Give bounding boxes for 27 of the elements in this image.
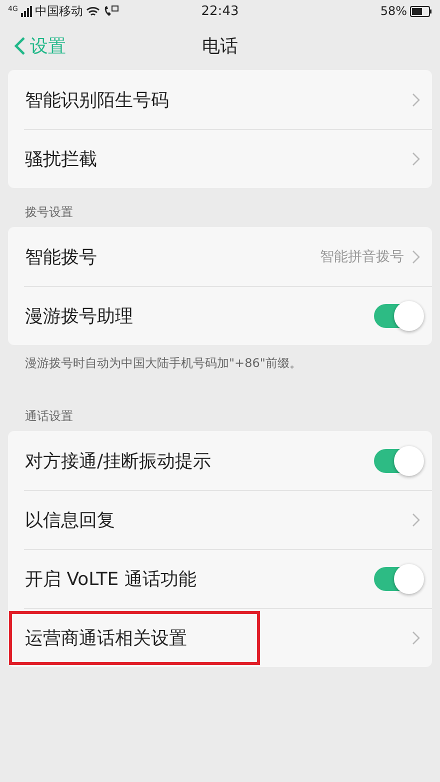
setting-label[interactable]: 开启 VoLTE 通话功能	[25, 566, 196, 590]
setting-label[interactable]: 以信息回复	[25, 508, 115, 532]
setting-label[interactable]: 漫游拨号助理	[25, 304, 133, 328]
wifi-icon	[86, 6, 100, 16]
back-chevron-icon	[14, 36, 26, 56]
page-title: 电话	[202, 35, 238, 58]
signal-icon	[20, 6, 32, 16]
status-time: 22:43	[201, 4, 239, 18]
section-footnote: 漫游拨号时自动为中国大陆手机号码加"+86"前缀。	[24, 355, 302, 372]
setting-label[interactable]: 运营商通话相关设置	[25, 626, 187, 650]
battery-icon	[410, 6, 432, 16]
chevron-right-icon[interactable]	[412, 92, 420, 106]
chevron-right-icon[interactable]	[412, 512, 420, 526]
setting-label[interactable]: 智能识别陌生号码	[25, 88, 169, 112]
setting-value: 智能拼音拨号	[320, 248, 404, 266]
carrier-name: 中国移动	[34, 2, 83, 20]
chevron-right-icon[interactable]	[412, 152, 420, 166]
battery-percent: 58%	[380, 4, 407, 18]
chevron-right-icon[interactable]	[412, 630, 420, 644]
section-header: 拨号设置	[24, 204, 74, 221]
setting-label[interactable]: 对方接通/挂断振动提示	[25, 448, 212, 472]
phone-icon	[102, 5, 119, 17]
section-header: 通话设置	[24, 408, 74, 425]
setting-label[interactable]: 智能拨号	[25, 244, 97, 268]
setting-label[interactable]: 骚扰拦截	[25, 146, 97, 170]
chevron-right-icon[interactable]	[412, 250, 420, 264]
highlighted-label[interactable]: 运营商通话相关设置	[12, 614, 257, 662]
